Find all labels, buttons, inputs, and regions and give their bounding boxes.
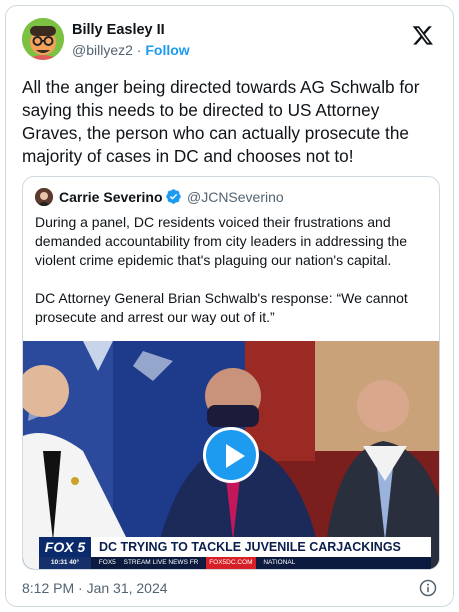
tweet-timestamp[interactable]: 8:12 PM · Jan 31, 2024 [22, 580, 168, 596]
quoted-author-name: Carrie Severino [59, 189, 163, 205]
author-avatar[interactable] [22, 18, 64, 60]
quoted-tweet-text: During a panel, DC residents voiced thei… [35, 213, 431, 346]
author-handle-row: @billyez2 · Follow [72, 42, 190, 58]
video-player[interactable]: FOX 5 DC TRYING TO TACKLE JUVENILE CARJA… [23, 341, 439, 569]
quoted-paragraph-1: During a panel, DC residents voiced thei… [35, 214, 407, 268]
tweet-text: All the anger being directed towards AG … [22, 77, 420, 166]
x-logo-icon[interactable] [412, 24, 434, 46]
play-icon [226, 444, 245, 468]
news-headline: DC TRYING TO TACKLE JUVENILE CARJACKINGS [91, 537, 431, 557]
ticker-item: FOX5 [98, 559, 116, 566]
ticker-item: FOX5DC.COM [206, 557, 256, 569]
separator-dot: · [136, 42, 142, 58]
news-ticker: 10:31 40° FOX5 STREAM LIVE NEWS FR FOX5D… [39, 557, 431, 569]
author-handle[interactable]: @billyez2 [72, 42, 133, 58]
news-lower-third: FOX 5 DC TRYING TO TACKLE JUVENILE CARJA… [23, 537, 439, 569]
quoted-paragraph-2: DC Attorney General Brian Schwalb's resp… [35, 290, 408, 325]
quoted-author-handle: @JCNSeverino [187, 189, 284, 205]
ticker-item: STREAM LIVE NEWS FR [123, 559, 199, 566]
ticker-item: NATIONAL [263, 559, 296, 566]
tweet-card: Billy Easley II @billyez2 · Follow All t… [5, 5, 454, 607]
info-icon[interactable] [419, 579, 437, 597]
tweet-header: Billy Easley II @billyez2 · Follow [22, 18, 440, 66]
play-button[interactable] [203, 427, 259, 483]
ticker-time: 10:31 40° [39, 557, 91, 569]
channel-logo: FOX 5 [39, 537, 91, 557]
verified-badge-icon [165, 188, 182, 205]
quoted-tweet[interactable]: Carrie Severino @JCNSeverino During a pa… [22, 176, 440, 570]
quoted-author-avatar [35, 188, 53, 206]
follow-button[interactable]: Follow [145, 42, 189, 58]
author-name[interactable]: Billy Easley II [72, 22, 165, 38]
